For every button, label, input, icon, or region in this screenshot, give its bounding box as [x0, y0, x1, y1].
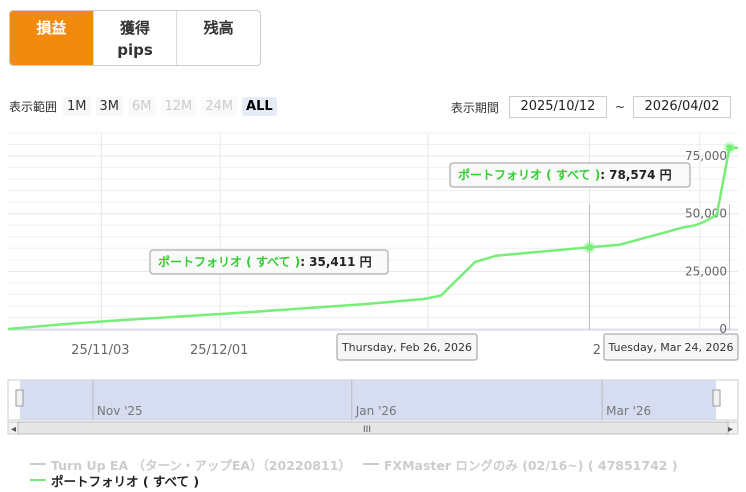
- period-to-input[interactable]: 2026/04/02: [633, 96, 731, 118]
- scrollbar-grip: III: [363, 425, 371, 435]
- tooltip-text: ポートフォリオ ( すべて ): 78,574 円: [458, 167, 672, 182]
- navigator-label: Nov '25: [97, 404, 143, 418]
- navigator-handle-left[interactable]: [15, 389, 24, 407]
- range-all-button[interactable]: ALL: [242, 97, 277, 116]
- range-6m-button[interactable]: 6M: [128, 97, 156, 116]
- legend-swatch-turnup: [30, 463, 46, 465]
- range-12m-button[interactable]: 12M: [160, 97, 197, 116]
- x-tick-label: 25/11/03: [71, 343, 129, 358]
- period-from-input[interactable]: 2025/10/12: [508, 96, 607, 118]
- tab-profit[interactable]: 損益: [10, 11, 94, 65]
- legend-item-fxmaster[interactable]: FXMaster ロングのみ (02/16~) ( 47851742 ): [362, 455, 678, 474]
- legend-swatch-portfolio: [30, 479, 46, 481]
- y-tick-label: 50,000: [685, 207, 727, 221]
- scrollbar-thumb[interactable]: [17, 421, 729, 435]
- y-tick-label: 25,000: [685, 264, 727, 278]
- range-selector: 表示範囲 1M 3M 6M 12M 24M ALL: [9, 97, 282, 116]
- legend: Turn Up EA （ターン・アップEA）（20220811） FXMaste…: [30, 455, 690, 490]
- navigator-label: Jan '26: [355, 404, 397, 418]
- period-label: 表示期間: [450, 100, 499, 115]
- tab-pips[interactable]: 獲得 pips: [94, 11, 178, 65]
- metric-tabs: 損益 獲得 pips 残高: [9, 10, 261, 66]
- x-tick-label: 2: [593, 343, 601, 358]
- scroll-right-arrow: ▸: [728, 424, 733, 435]
- tooltip-text: ポートフォリオ ( すべて ): 35,411 円: [158, 254, 372, 269]
- legend-item-portfolio[interactable]: ポートフォリオ ( すべて ): [30, 471, 199, 490]
- period-selector: 表示期間 2025/10/12 ~ 2026/04/02: [451, 96, 731, 118]
- point-marker[interactable]: [586, 244, 593, 251]
- profit-chart: 025,00050,00075,00025/11/0325/12/0126/01…: [7, 132, 739, 435]
- range-label: 表示範囲: [9, 100, 58, 114]
- period-separator: ~: [614, 100, 625, 114]
- legend-label-portfolio: ポートフォリオ ( すべて ): [51, 473, 200, 489]
- point-marker[interactable]: [726, 144, 733, 151]
- legend-label-fxmaster: FXMaster ロングのみ (02/16~) ( 47851742 ): [383, 457, 678, 473]
- range-24m-button[interactable]: 24M: [201, 97, 238, 116]
- range-3m-button[interactable]: 3M: [95, 97, 124, 116]
- scroll-left-arrow: ◂: [11, 424, 16, 435]
- date-tooltip-text: Tuesday, Mar 24, 2026: [608, 341, 734, 354]
- date-tooltip-text: Thursday, Feb 26, 2026: [341, 341, 472, 354]
- legend-swatch-fxmaster: [362, 463, 379, 465]
- range-1m-button[interactable]: 1M: [63, 97, 91, 116]
- x-tick-label: 25/12/01: [190, 343, 248, 358]
- navigator-label: Mar '26: [606, 404, 651, 418]
- tab-balance[interactable]: 残高: [177, 11, 260, 65]
- navigator-handle-right[interactable]: [712, 389, 721, 407]
- y-tick-label: 75,000: [685, 149, 727, 163]
